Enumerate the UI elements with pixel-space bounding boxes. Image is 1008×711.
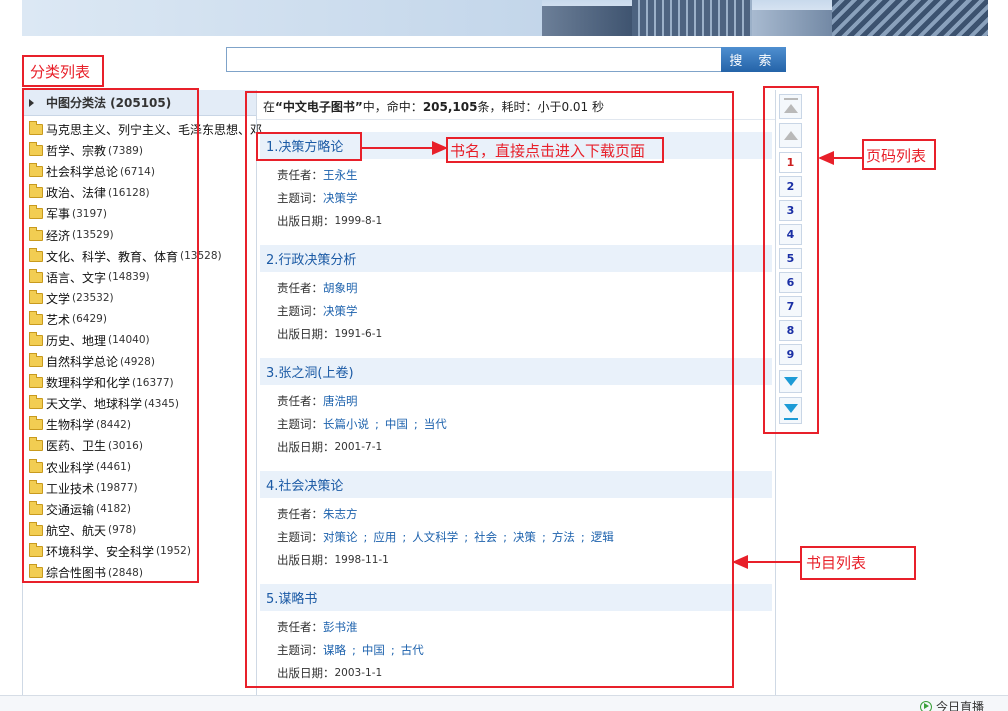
annotation-category-region	[22, 88, 199, 583]
status-bar: 今日直播	[0, 695, 1008, 711]
play-icon	[919, 700, 932, 711]
live-label: 今日直播	[935, 700, 984, 711]
annotation-booklist-region	[245, 91, 734, 688]
search-button[interactable]: 搜 索	[721, 47, 786, 72]
annotation-page-arrow	[818, 151, 862, 165]
annotation-category-label: 分类列表	[30, 63, 91, 81]
annotation-title-box	[256, 132, 362, 161]
annotation-title-arrow	[362, 141, 448, 155]
annotation-pagination-region	[763, 86, 819, 434]
annotation-page-label: 页码列表	[866, 147, 927, 165]
header-banner	[22, 0, 988, 36]
live-link[interactable]: 今日直播	[919, 698, 984, 711]
search-input[interactable]	[226, 47, 722, 72]
annotation-booklist-label: 书目列表	[806, 554, 867, 572]
annotation-booklist-arrow	[732, 555, 800, 569]
annotation-title-hint: 书名，直接点击进入下载页面	[450, 142, 646, 160]
